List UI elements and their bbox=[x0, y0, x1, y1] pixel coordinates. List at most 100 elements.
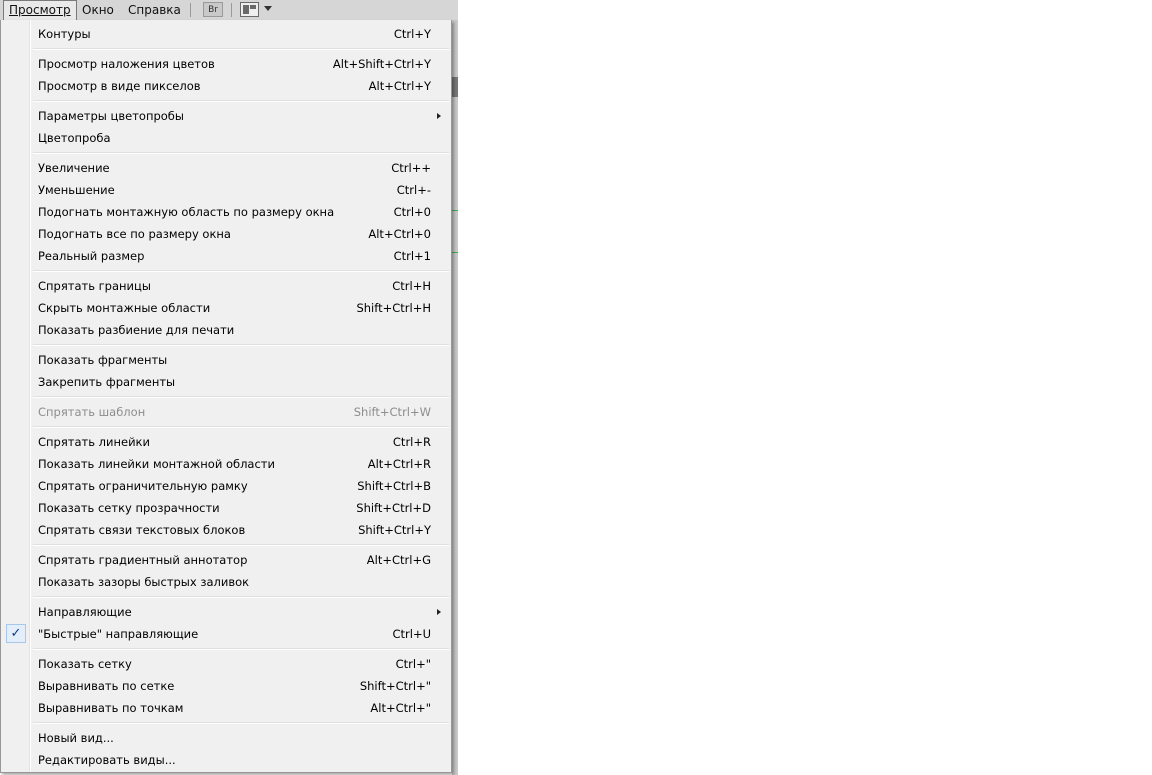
menu-item[interactable]: Спрятать градиентный аннотатор Alt+Ctrl+G bbox=[3, 549, 449, 571]
menu-item[interactable]: Выравнивать по точкам Alt+Ctrl+" bbox=[3, 697, 449, 719]
menu-separator bbox=[3, 45, 449, 53]
menu-window[interactable]: Окно bbox=[77, 1, 119, 19]
document-background bbox=[452, 20, 458, 775]
menu-item-shortcut: Shift+Ctrl+D bbox=[356, 501, 431, 515]
menu-item-label: "Быстрые" направляющие bbox=[38, 627, 199, 641]
menubar-divider bbox=[190, 3, 191, 17]
submenu-arrow-icon bbox=[437, 113, 441, 119]
menu-item[interactable]: Показать сетку Ctrl+" bbox=[3, 653, 449, 675]
menu-item-shortcut: Alt+Ctrl+R bbox=[367, 457, 431, 471]
menu-item-label: Подогнать все по размеру окна bbox=[38, 227, 231, 241]
menu-item-label: Спрятать границы bbox=[38, 279, 151, 293]
menu-item-label: Спрятать ограничительную рамку bbox=[38, 479, 248, 493]
menu-item-label: Спрятать связи текстовых блоков bbox=[38, 523, 246, 537]
workspace-icon[interactable] bbox=[240, 2, 259, 17]
menu-item[interactable]: Подогнать монтажную область по размеру о… bbox=[3, 201, 449, 223]
menu-item-shortcut: Alt+Ctrl+G bbox=[366, 553, 431, 567]
menu-item-label: Новый вид... bbox=[38, 731, 114, 745]
menu-item-label: Редактировать виды... bbox=[38, 753, 176, 767]
menu-item[interactable]: Спрятать связи текстовых блоков Shift+Ctr… bbox=[3, 519, 449, 541]
menu-item-shortcut: Alt+Ctrl+0 bbox=[368, 227, 431, 241]
menubar-divider bbox=[231, 3, 232, 17]
menu-item-label: Реальный размер bbox=[38, 249, 145, 263]
menu-item[interactable]: Скрыть монтажные области Shift+Ctrl+H bbox=[3, 297, 449, 319]
menu-view[interactable]: Просмотр bbox=[3, 0, 77, 20]
menu-item[interactable]: Новый вид... bbox=[3, 727, 449, 749]
menu-item[interactable]: Параметры цветопробы bbox=[3, 105, 449, 127]
menu-item-shortcut: Ctrl+- bbox=[396, 183, 431, 197]
menu-item-label: Подогнать монтажную область по размеру о… bbox=[38, 205, 335, 219]
menu-item-label: Показать линейки монтажной области bbox=[38, 457, 275, 471]
menu-item[interactable]: Цветопроба bbox=[3, 127, 449, 149]
menu-item[interactable]: Направляющие bbox=[3, 601, 449, 623]
menu-item-shortcut: Alt+Shift+Ctrl+Y bbox=[332, 57, 431, 71]
menu-item[interactable]: Показать зазоры быстрых заливок bbox=[3, 571, 449, 593]
chevron-down-icon[interactable] bbox=[264, 6, 272, 11]
checkmark-icon: ✓ bbox=[6, 624, 26, 643]
menu-item-shortcut: Ctrl+Y bbox=[393, 27, 431, 41]
menu-item-label: Параметры цветопробы bbox=[38, 109, 184, 123]
menu-item-label: Спрятать линейки bbox=[38, 435, 150, 449]
view-menu-dropdown: Контуры Ctrl+Y Просмотр наложения цветов Al… bbox=[0, 20, 452, 773]
menu-item-label: Цветопроба bbox=[38, 131, 111, 145]
menu-item-label: Показать сетку bbox=[38, 657, 132, 671]
menu-item-label: Показать фрагменты bbox=[38, 353, 168, 367]
menu-item[interactable]: Контуры Ctrl+Y bbox=[3, 23, 449, 45]
menu-help[interactable]: Справка bbox=[123, 1, 186, 19]
menu-item-shortcut: Shift+Ctrl+H bbox=[356, 301, 431, 315]
menu-item-label: Показать сетку прозрачности bbox=[38, 501, 220, 515]
menu-item-label: Увеличение bbox=[38, 161, 110, 175]
menu-item-shortcut: Ctrl+" bbox=[395, 657, 431, 671]
menu-item-label: Спрятать градиентный аннотатор bbox=[38, 553, 248, 567]
menu-item[interactable]: ✓ "Быстрые" направляющие Ctrl+U bbox=[3, 623, 449, 645]
menu-item-shortcut: Ctrl++ bbox=[391, 161, 431, 175]
menu-item-shortcut: Ctrl+R bbox=[392, 435, 431, 449]
menu-item-shortcut: Ctrl+1 bbox=[393, 249, 431, 263]
menu-item-label: Закрепить фрагменты bbox=[38, 375, 176, 389]
menu-item[interactable]: Подогнать все по размеру окна Alt+Ctrl+0 bbox=[3, 223, 449, 245]
menu-item-label: Контуры bbox=[38, 27, 91, 41]
menu-separator bbox=[3, 149, 449, 157]
menu-item-shortcut: Ctrl+H bbox=[392, 279, 431, 293]
menu-separator bbox=[3, 719, 449, 727]
menu-item[interactable]: Реальный размер Ctrl+1 bbox=[3, 245, 449, 267]
menu-separator bbox=[3, 645, 449, 653]
menu-item[interactable]: Показать линейки монтажной области Alt+Ct… bbox=[3, 453, 449, 475]
bridge-icon[interactable]: Br bbox=[203, 2, 223, 17]
menu-item[interactable]: Показать фрагменты bbox=[3, 349, 449, 371]
menu-bar: Просмотр Окно Справка Br bbox=[0, 0, 458, 21]
menu-item[interactable]: Просмотр в виде пикселов Alt+Ctrl+Y bbox=[3, 75, 449, 97]
menu-item[interactable]: Выравнивать по сетке Shift+Ctrl+" bbox=[3, 675, 449, 697]
submenu-arrow-icon bbox=[437, 609, 441, 615]
menu-separator bbox=[3, 393, 449, 401]
menu-separator bbox=[3, 541, 449, 549]
menu-item-shortcut: Ctrl+U bbox=[392, 627, 431, 641]
menu-separator bbox=[3, 341, 449, 349]
menu-item-label: Скрыть монтажные области bbox=[38, 301, 211, 315]
menu-item[interactable]: Спрятать границы Ctrl+H bbox=[3, 275, 449, 297]
menu-item[interactable]: Уменьшение Ctrl+- bbox=[3, 179, 449, 201]
menu-separator bbox=[3, 423, 449, 431]
menu-item-shortcut: Shift+Ctrl+" bbox=[359, 679, 431, 693]
menu-item-label: Спрятать шаблон bbox=[38, 405, 146, 419]
menu-item[interactable]: Увеличение Ctrl++ bbox=[3, 157, 449, 179]
menu-item-label: Выравнивать по точкам bbox=[38, 701, 184, 715]
menu-item[interactable]: Показать разбиение для печати bbox=[3, 319, 449, 341]
menu-item[interactable]: Показать сетку прозрачности Shift+Ctrl+D bbox=[3, 497, 449, 519]
menu-item-label: Уменьшение bbox=[38, 183, 115, 197]
menu-item[interactable]: Редактировать виды... bbox=[3, 749, 449, 771]
menu-item[interactable]: Спрятать линейки Ctrl+R bbox=[3, 431, 449, 453]
menu-separator bbox=[3, 593, 449, 601]
menu-item[interactable]: Просмотр наложения цветов Alt+Shift+Ctrl+… bbox=[3, 53, 449, 75]
menu-item-label: Показать разбиение для печати bbox=[38, 323, 235, 337]
menu-separator bbox=[3, 267, 449, 275]
menu-separator bbox=[3, 97, 449, 105]
menu-item-shortcut: Shift+Ctrl+W bbox=[353, 405, 431, 419]
menu-item-label: Выравнивать по сетке bbox=[38, 679, 175, 693]
menu-item-label: Направляющие bbox=[38, 605, 132, 619]
menu-item-shortcut: Shift+Ctrl+Y bbox=[358, 523, 431, 537]
menu-item[interactable]: Закрепить фрагменты bbox=[3, 371, 449, 393]
menu-item[interactable]: Спрятать ограничительную рамку Shift+Ctrl… bbox=[3, 475, 449, 497]
menu-item-shortcut: Alt+Ctrl+Y bbox=[368, 79, 431, 93]
menu-item-label: Показать зазоры быстрых заливок bbox=[38, 575, 250, 589]
